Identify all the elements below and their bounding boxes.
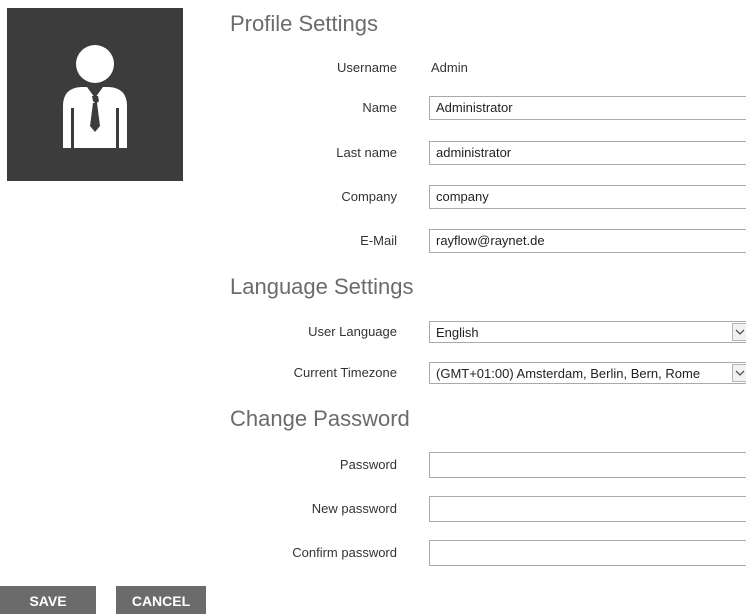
email-label: E-Mail	[360, 233, 397, 248]
name-label: Name	[362, 100, 397, 115]
name-field[interactable]: Administrator	[429, 96, 746, 120]
username-label: Username	[337, 60, 397, 75]
profile-settings-page: Profile Settings Username Admin Name Adm…	[0, 0, 746, 614]
chevron-down-icon[interactable]	[732, 323, 746, 341]
language-settings-title: Language Settings	[230, 274, 414, 299]
user-language-label: User Language	[308, 324, 397, 339]
timezone-select[interactable]: (GMT+01:00) Amsterdam, Berlin, Bern, Rom…	[429, 362, 746, 384]
timezone-label: Current Timezone	[293, 365, 397, 380]
user-avatar-icon	[63, 45, 127, 148]
email-field[interactable]: rayflow@raynet.de	[429, 229, 746, 253]
password-field[interactable]	[429, 452, 746, 478]
chevron-down-icon[interactable]	[732, 364, 746, 382]
user-language-select[interactable]: English	[429, 321, 746, 343]
confirm-password-label: Confirm password	[292, 545, 397, 560]
user-language-selected: English	[436, 325, 479, 340]
company-label: Company	[341, 189, 397, 204]
change-password-title: Change Password	[230, 406, 410, 431]
new-password-label: New password	[311, 501, 397, 516]
lastname-label: Last name	[336, 145, 397, 160]
username-value: Admin	[431, 60, 468, 75]
profile-settings-title: Profile Settings	[230, 11, 378, 36]
new-password-field[interactable]	[429, 496, 746, 522]
save-button[interactable]: SAVE	[0, 586, 96, 614]
lastname-field[interactable]: administrator	[429, 141, 746, 165]
confirm-password-field[interactable]	[429, 540, 746, 566]
timezone-selected: (GMT+01:00) Amsterdam, Berlin, Bern, Rom…	[436, 366, 701, 381]
password-label: Password	[339, 457, 397, 472]
cancel-button[interactable]: CANCEL	[116, 586, 206, 614]
avatar	[7, 8, 183, 181]
company-field[interactable]: company	[429, 185, 746, 209]
